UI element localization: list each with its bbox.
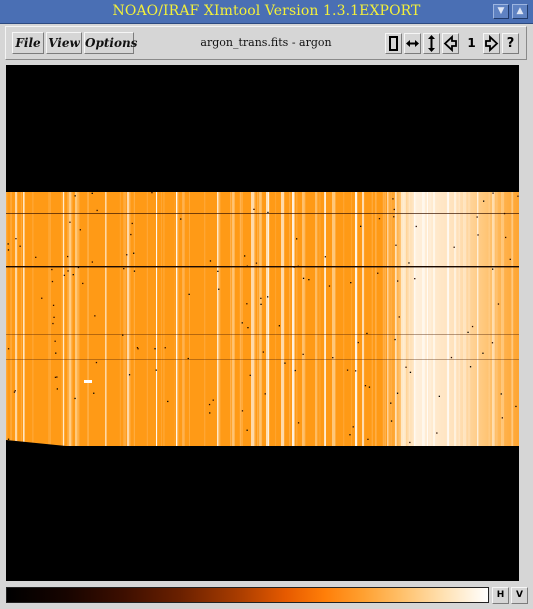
window-title: NOAO/IRAF XImtool Version 1.3.1EXPORT <box>112 3 421 19</box>
flip-x-icon[interactable] <box>404 33 421 54</box>
image-display[interactable] <box>6 65 519 581</box>
colorbar-gradient <box>7 588 488 602</box>
help-icon[interactable]: ? <box>502 33 519 54</box>
colorbar[interactable] <box>6 587 489 603</box>
frame-number: 1 <box>467 36 476 50</box>
options-menu-button[interactable]: Options <box>84 32 137 54</box>
spectrum-image <box>6 192 519 446</box>
previous-frame-icon[interactable] <box>442 33 459 54</box>
minimize-icon[interactable]: ▼ <box>493 4 509 19</box>
v-button[interactable]: V <box>511 587 528 604</box>
frame-title: argon_trans.fits - argon <box>200 36 332 49</box>
flip-y-icon[interactable] <box>423 33 440 54</box>
file-menu-button[interactable]: File <box>12 32 44 54</box>
h-button[interactable]: H <box>492 587 509 604</box>
fit-frame-icon[interactable] <box>385 33 402 54</box>
menubar: File View Options argon_trans.fits - arg… <box>5 26 527 60</box>
maximize-icon[interactable]: ▲ <box>512 4 528 19</box>
window-titlebar[interactable]: NOAO/IRAF XImtool Version 1.3.1EXPORT ▼ … <box>0 0 533 24</box>
view-menu-button[interactable]: View <box>46 32 82 54</box>
next-frame-icon[interactable] <box>483 33 500 54</box>
